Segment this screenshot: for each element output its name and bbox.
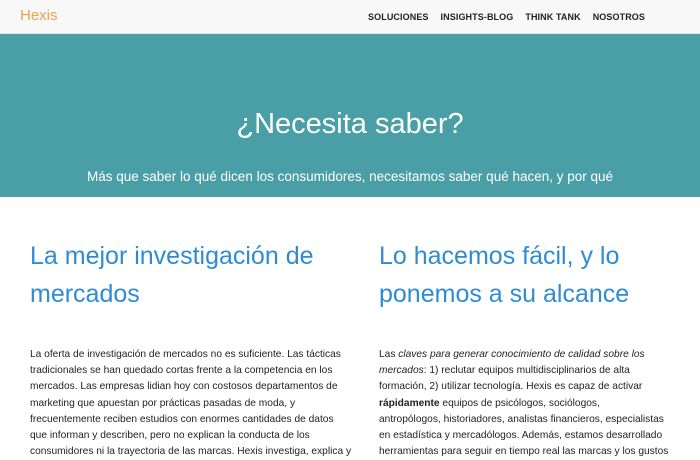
right-body-text: Las claves para generar conocimiento de …: [379, 347, 668, 460]
right-body-fragment: Las: [379, 349, 399, 360]
left-body-line: frecuentemente reciben estudios con enor…: [30, 413, 334, 425]
left-body-text: La oferta de investigación de mercados n…: [30, 347, 351, 460]
left-body-line: consumidores ni la trayectoria de las ma…: [30, 446, 352, 458]
nav-link-soluciones[interactable]: SOLUCIONES: [368, 12, 429, 22]
hero-subtitle: Más que saber lo qué dicen los consumido…: [86, 169, 614, 184]
right-body-line: herramientas para seguir en tiempo real …: [379, 446, 669, 458]
left-body-line: tradicionales se han quedado cortas fren…: [30, 365, 333, 377]
nav-links: SOLUCIONES INSIGHTS-BLOG THINK TANK NOSO…: [368, 0, 700, 34]
right-heading-line: ponemos a su alcance: [379, 280, 630, 308]
right-body-line: Las claves para generar conocimiento de …: [379, 347, 668, 363]
right-body-fragment: : 1) reclutar equipos multidisciplinario…: [423, 365, 630, 377]
right-heading-line: Lo hacemos fácil, y lo: [379, 242, 620, 270]
left-body-line: que informan y describen, pero no explic…: [30, 430, 310, 442]
nav-link-think-tank[interactable]: THINK TANK: [525, 12, 580, 22]
right-body-line: antropólogos, historiadores, analistas f…: [379, 413, 664, 425]
brand-logo[interactable]: Hexis: [20, 7, 58, 25]
right-body-emphasis: mercados: [379, 365, 424, 377]
nav-link-insights-blog[interactable]: INSIGHTS-BLOG: [441, 12, 514, 22]
right-body-fragment: equipos de psicólogos, sociólogos,: [439, 397, 600, 409]
hero-title: ¿Necesita saber?: [236, 108, 464, 140]
right-body-emphasis: claves para generar conocimiento de cali…: [398, 349, 645, 360]
left-heading-line: La mejor investigación de: [30, 242, 314, 270]
right-body-line: en estadística y mercadólogos. Además, e…: [379, 430, 663, 442]
left-body-line: marketing que apuestan por prácticas pas…: [30, 397, 296, 409]
left-heading-line: mercados: [30, 280, 140, 308]
right-body-line: rápidamente equipos de psicólogos, soció…: [379, 396, 668, 412]
left-heading: La mejor investigación de mercados: [30, 237, 314, 313]
right-body-strong: rápidamente: [379, 397, 440, 409]
hero-banner: ¿Necesita saber? Más que saber lo qué di…: [0, 34, 700, 197]
right-body-line: mercados: 1) reclutar equipos multidisci…: [379, 363, 668, 379]
navbar: Hexis SOLUCIONES INSIGHTS-BLOG THINK TAN…: [0, 0, 700, 34]
left-body-line: mercados. Las empresas lidian hoy con co…: [30, 381, 338, 393]
left-body-line: La oferta de investigación de mercados n…: [30, 349, 341, 360]
right-heading: Lo hacemos fácil, y lo ponemos a su alca…: [379, 237, 629, 313]
right-body-line: formación, 2) utilizar tecnología. Hexis…: [379, 381, 643, 393]
nav-link-nosotros[interactable]: NOSOTROS: [593, 12, 645, 22]
